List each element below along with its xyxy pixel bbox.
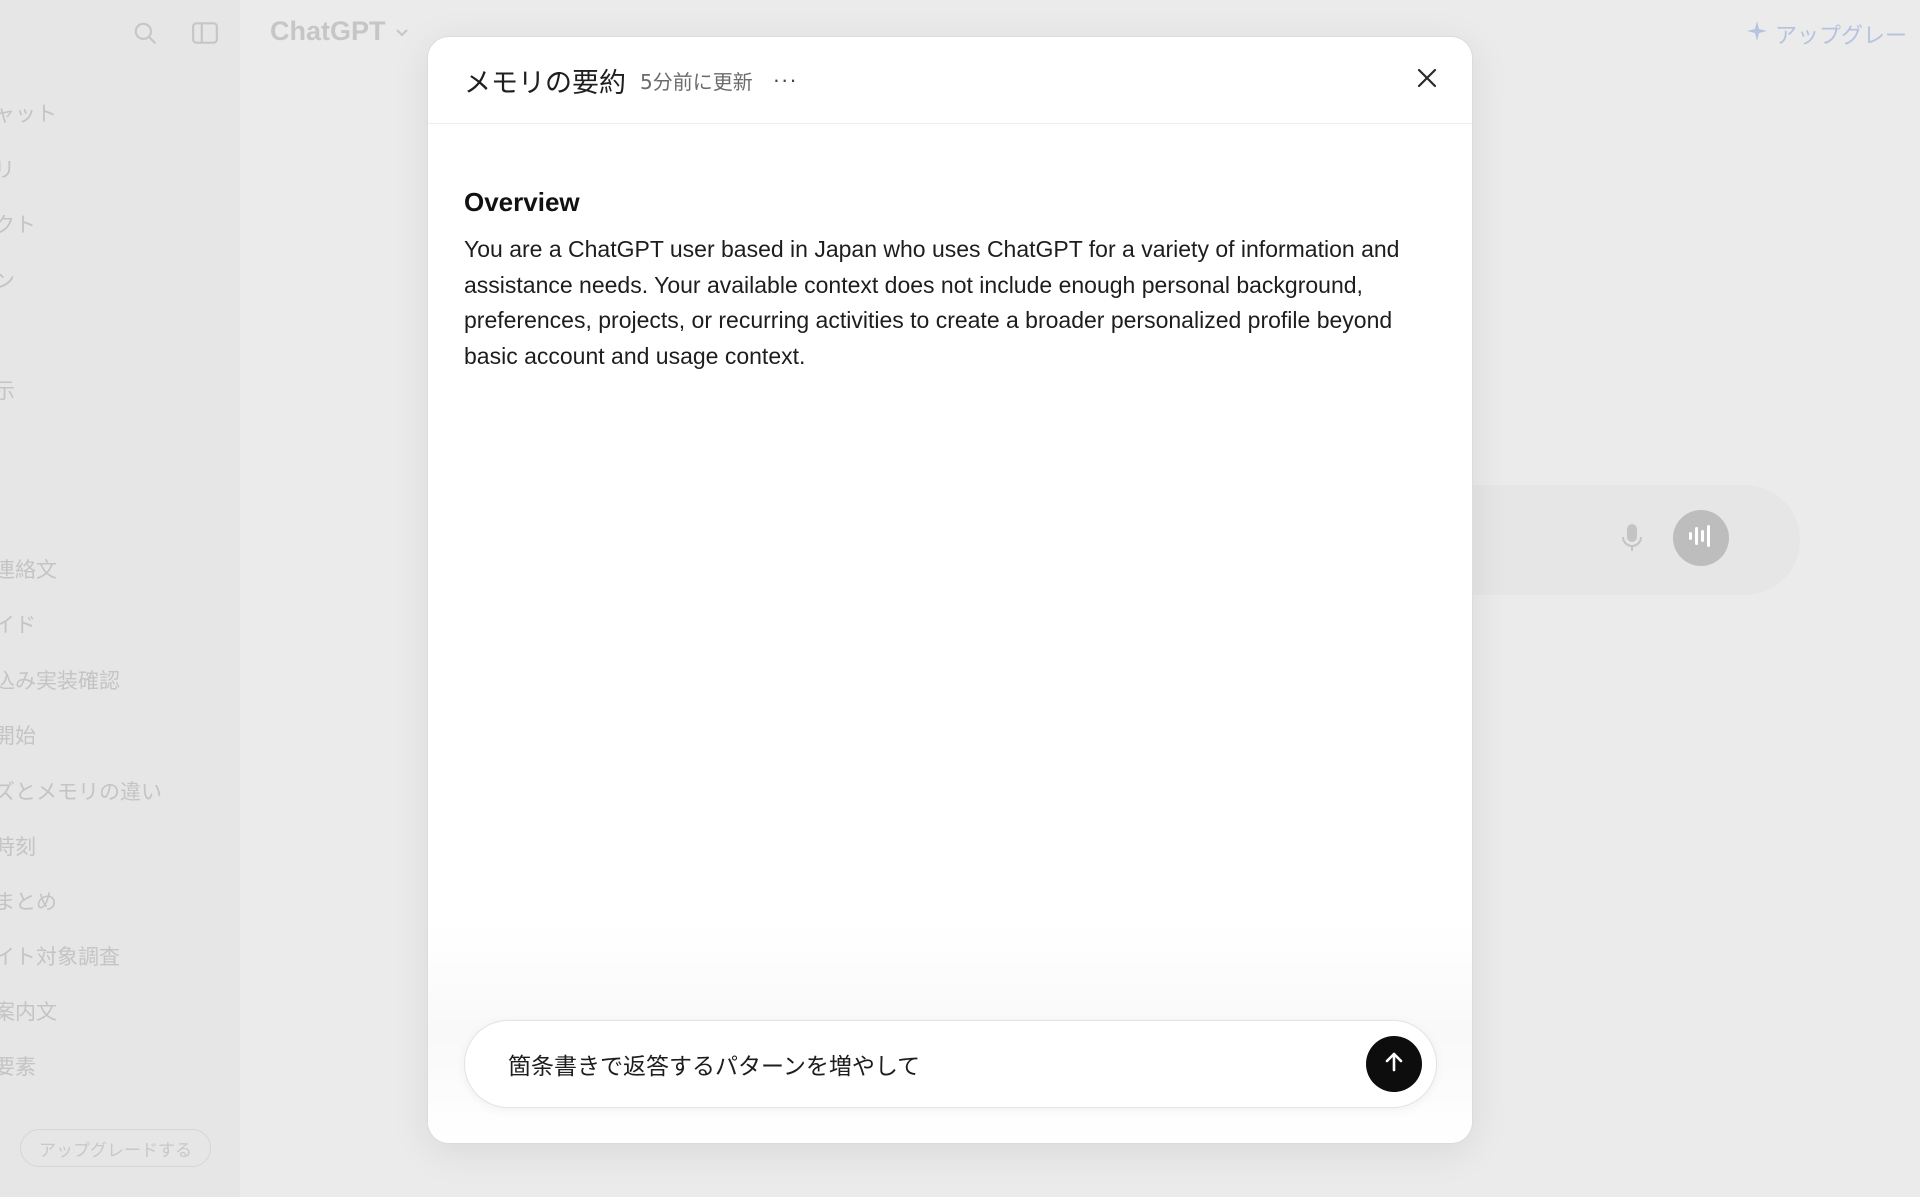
search-icon[interactable] [130,18,160,48]
model-picker[interactable]: ChatGPT [270,16,410,47]
sidebar-item[interactable]: ン [0,265,15,295]
sidebar-item[interactable]: クト [0,209,36,239]
sidebar-item[interactable]: イド [0,609,36,639]
sidebar-toggle-icon[interactable] [190,18,220,48]
dialog-title: メモリの要約 [464,67,626,99]
sidebar-item[interactable]: 示 [0,375,15,405]
top-upgrade-button[interactable]: アップグレー [1745,18,1907,50]
memory-summary-dialog: メモリの要約 5分前に更新 ··· Overview You are a Cha… [427,36,1473,1144]
sidebar-item[interactable]: ズとメモリの違い [0,776,162,806]
sidebar-item[interactable]: リ [0,154,15,184]
sidebar: ャット リ クト ン 示 連絡文 イド 込み実装確認 開始 ズとメモリの違い 時… [0,0,240,1197]
sidebar-upgrade-button[interactable]: アップグレードする [20,1129,211,1167]
top-upgrade-label: アップグレー [1775,24,1908,49]
sidebar-item[interactable]: ャット [0,98,57,128]
section-text: You are a ChatGPT user based in Japan wh… [464,236,1400,369]
memory-edit-input-value[interactable]: 箇条書きで返答するパターンを増やして [508,1047,1366,1081]
sidebar-item[interactable]: 開始 [0,720,36,750]
sidebar-item[interactable]: 案内文 [0,996,57,1026]
sidebar-item[interactable]: 時刻 [0,831,36,861]
sidebar-item[interactable]: 込み実装確認 [0,665,120,695]
chevron-down-icon [394,16,410,47]
sidebar-item[interactable]: 連絡文 [0,554,57,584]
dialog-header: メモリの要約 5分前に更新 ··· [428,37,1472,124]
sidebar-item[interactable]: 要素 [0,1051,36,1081]
sidebar-item[interactable]: まとめ [0,886,57,916]
send-button[interactable] [1366,1036,1422,1092]
arrow-up-icon [1381,1049,1407,1080]
microphone-icon[interactable] [1618,522,1646,559]
more-options-button[interactable]: ··· [773,67,798,93]
model-picker-label: ChatGPT [270,16,386,46]
updated-timestamp: 5分前に更新 [640,69,753,94]
section-heading: Overview [464,187,580,217]
memory-edit-input[interactable]: 箇条書きで返答するパターンを増やして [464,1020,1437,1108]
sidebar-item[interactable]: イト対象調査 [0,941,120,971]
sparkle-icon [1745,19,1769,49]
dialog-body: Overview You are a ChatGPT user based in… [464,187,1439,374]
voice-mode-button[interactable] [1673,510,1729,566]
close-button[interactable] [1406,59,1448,101]
waveform-icon [1686,523,1716,554]
close-icon [1416,67,1438,94]
